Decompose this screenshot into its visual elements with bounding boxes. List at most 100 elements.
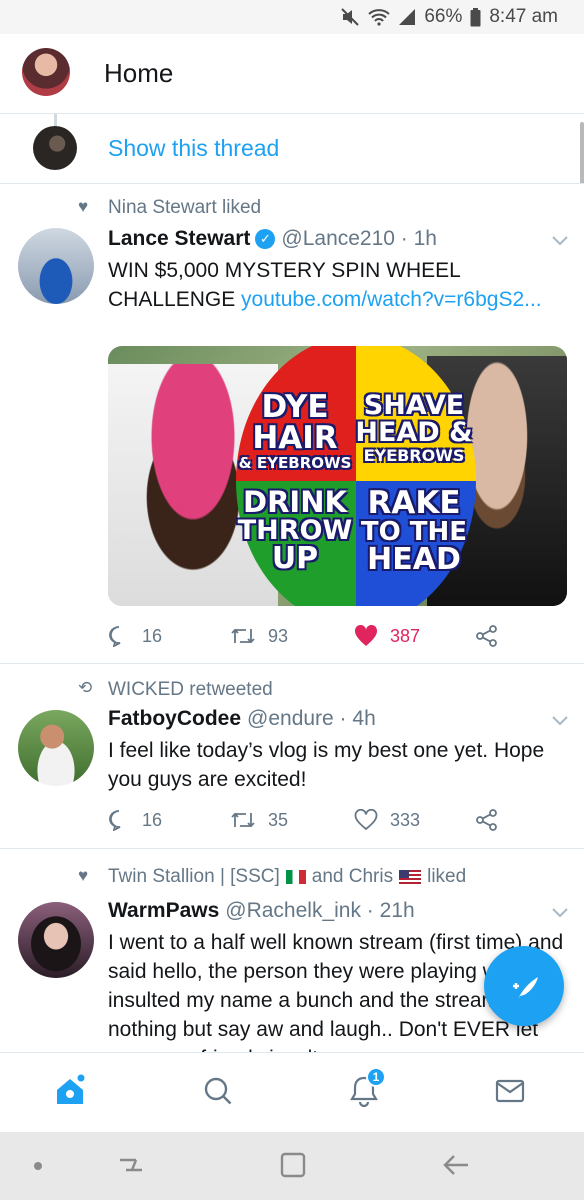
tab-notifications[interactable]: 1	[344, 1067, 386, 1111]
mail-icon	[495, 1079, 525, 1103]
tab-messages[interactable]	[490, 1071, 530, 1111]
tweet-header: Lance Stewart ✓ @Lance210 · 1h	[108, 227, 437, 251]
tweet[interactable]: ⟲ WICKED retweeted FatboyCodee @endure ·…	[0, 664, 584, 849]
reply-icon	[109, 626, 121, 647]
tweet-actions: 16 35 333	[108, 808, 528, 832]
social-context: Nina Stewart liked	[108, 197, 261, 219]
search-icon	[204, 1077, 232, 1105]
social-context: Twin Stallion | [SSC] and Chris liked	[108, 866, 466, 888]
clock: 8:47 am	[489, 6, 558, 27]
dot-icon[interactable]	[32, 1160, 44, 1172]
tweet-actions: 16 93 387	[108, 624, 528, 648]
wheel-label-q3: DRINK THROW UP	[236, 488, 354, 574]
tweet-text: I feel like today’s vlog is my best one …	[108, 739, 545, 791]
us-flag-icon	[399, 870, 422, 884]
reply-button[interactable]: 16	[108, 625, 162, 647]
retweet-button[interactable]: 35	[230, 810, 288, 831]
compose-tweet-button[interactable]	[484, 946, 564, 1026]
italy-flag-icon	[285, 870, 306, 884]
heart-small-icon: ♥	[78, 197, 89, 216]
wheel-label-text: DRINK	[243, 485, 347, 519]
author-name[interactable]: WarmPaws	[108, 899, 219, 923]
system-nav-bar	[0, 1132, 584, 1200]
wheel-label-text: HEAD &	[355, 417, 473, 448]
chevron-down-icon[interactable]	[552, 908, 568, 918]
retweet-icon	[231, 812, 255, 828]
wheel-label-text: DYE	[261, 389, 329, 425]
status-icons: 66% 8:47 am	[340, 6, 558, 28]
social-context: WICKED retweeted	[108, 679, 273, 701]
reply-button[interactable]: 16	[108, 809, 162, 831]
chevron-down-icon[interactable]	[552, 716, 568, 726]
social-context-text: Twin Stallion | [SSC]	[108, 866, 280, 887]
heart-icon	[354, 809, 378, 831]
tweet-media-thumbnail[interactable]: DYE HAIR & EYEBROWS SHAVE HEAD & EYEBROW…	[108, 346, 567, 606]
author-handle-time: @endure · 4h	[247, 707, 376, 730]
like-count: 387	[390, 625, 421, 646]
tweet[interactable]: ♥ Nina Stewart liked Lance Stewart ✓ @La…	[0, 184, 584, 664]
chevron-down-icon[interactable]	[552, 236, 568, 246]
profile-avatar-button[interactable]	[22, 48, 70, 96]
like-button[interactable]: 333	[354, 809, 420, 831]
thread-connector	[54, 114, 57, 126]
wheel-label-q4: RAKE TO THE HEAD	[352, 488, 476, 575]
author-name[interactable]: Lance Stewart	[108, 227, 250, 251]
share-icon	[476, 809, 497, 831]
verified-icon: ✓	[255, 229, 276, 249]
avatar[interactable]	[33, 126, 77, 170]
wheel-label-text: SHAVE	[363, 390, 465, 421]
signal-icon	[399, 9, 416, 25]
social-context-text: WICKED retweeted	[108, 679, 273, 700]
status-bar: 66% 8:47 am	[0, 0, 584, 34]
like-button[interactable]: 387	[354, 625, 420, 647]
home-icon	[57, 1074, 85, 1104]
wheel-label-q1: DYE HAIR & EYEBROWS	[236, 392, 354, 471]
reply-icon	[109, 810, 121, 831]
tweet-text: WIN $5,000 MYSTERY SPIN WHEEL CHALLENGE …	[108, 256, 568, 314]
app-header: Home	[0, 34, 584, 114]
share-button[interactable]	[476, 625, 498, 647]
like-count: 333	[390, 809, 421, 830]
wheel-label-text: THROW	[237, 515, 353, 546]
show-thread-link[interactable]: Show this thread	[108, 135, 279, 162]
reply-count: 16	[142, 625, 163, 646]
recent-apps-icon[interactable]	[116, 1150, 146, 1180]
bottom-tab-bar: 1	[0, 1052, 584, 1132]
show-thread-row[interactable]: Show this thread	[0, 114, 584, 184]
retweet-button[interactable]: 93	[230, 626, 288, 647]
social-context-text: liked	[427, 866, 467, 887]
retweet-count: 35	[268, 809, 289, 830]
wheel-label-text: HAIR	[252, 420, 338, 456]
wifi-icon	[368, 9, 390, 26]
social-context-text: and Chris	[311, 866, 394, 887]
back-arrow-icon[interactable]	[440, 1150, 472, 1180]
tweet-header: WarmPaws @Rachelk_ink · 21h	[108, 899, 415, 923]
avatar[interactable]	[18, 902, 94, 978]
battery-icon	[470, 7, 481, 26]
wheel-label-text: HEAD	[367, 542, 461, 577]
tab-home[interactable]	[50, 1071, 90, 1111]
share-icon	[476, 625, 497, 647]
mute-icon	[341, 8, 360, 26]
avatar[interactable]	[18, 710, 94, 786]
share-button[interactable]	[476, 809, 498, 831]
retweet-count: 93	[268, 625, 289, 646]
author-handle-time: @Lance210 · 1h	[281, 227, 437, 250]
wheel-label-text: & EYEBROWS	[238, 454, 352, 472]
retweet-small-icon: ⟲	[78, 678, 93, 697]
home-square-icon[interactable]	[278, 1150, 308, 1180]
retweet-icon	[231, 628, 255, 644]
social-context-text: Nina Stewart liked	[108, 197, 262, 218]
author-name[interactable]: FatboyCodee	[108, 707, 241, 731]
tweet-header: FatboyCodee @endure · 4h	[108, 707, 376, 731]
tab-search[interactable]	[198, 1071, 238, 1111]
tweet[interactable]: ♥ Twin Stallion | [SSC] and Chris liked …	[0, 849, 584, 1052]
compose-feather-icon	[513, 977, 538, 999]
wheel-label-text: EYEBROWS	[363, 446, 465, 465]
heart-filled-icon	[354, 625, 378, 646]
wheel-label-text: RAKE	[367, 485, 461, 521]
reply-count: 16	[142, 809, 163, 830]
battery-percent: 66%	[424, 6, 463, 27]
avatar[interactable]	[18, 228, 94, 304]
tweet-link[interactable]: youtube.com/watch?v=r6bgS2...	[241, 288, 542, 311]
